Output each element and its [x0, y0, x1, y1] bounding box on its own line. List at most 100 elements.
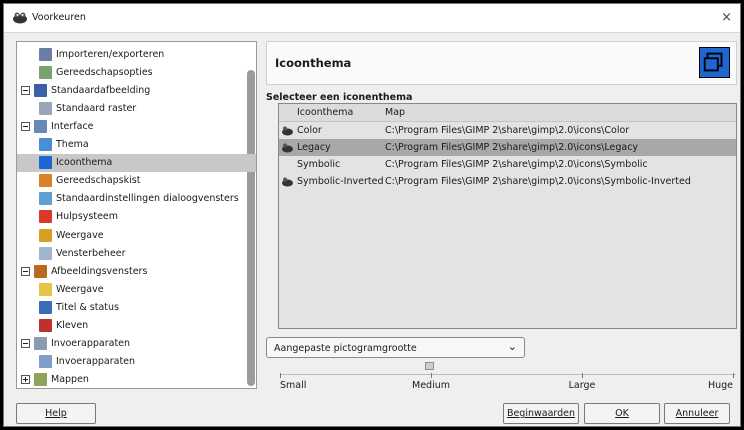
default-image-icon: [34, 83, 47, 97]
window-management-icon: [39, 246, 52, 260]
tree-item[interactable]: Kleven: [17, 317, 256, 335]
column-header-path[interactable]: Map: [385, 107, 405, 118]
tree-item-label: Invoerapparaten: [51, 338, 131, 350]
icon-theme-icon: [699, 47, 730, 78]
title-status-icon: [39, 300, 52, 314]
tree-item-label: Standaardafbeelding: [51, 84, 151, 96]
default-grid-icon: [39, 101, 52, 115]
tree-item[interactable]: Hulpsysteem: [17, 208, 256, 226]
tree-item[interactable]: Standaardafbeelding: [17, 81, 249, 99]
tree-item-label: Interface: [51, 120, 94, 132]
tree-item[interactable]: Standaardinstellingen dialoogvensters: [17, 190, 256, 208]
cancel-label: Annuleer: [675, 408, 719, 419]
column-header-name[interactable]: Icoonthema: [297, 107, 353, 118]
tree-item-label: Standaard raster: [56, 102, 137, 114]
preferences-tree: Importeren/exporteren Gereedschapsopties S…: [16, 41, 257, 389]
theme-name: Symbolic-Inverted: [297, 176, 384, 187]
tree-item-label: Gereedschapskist: [56, 175, 141, 187]
tree-item[interactable]: Vensterbeheer: [17, 244, 256, 262]
tree-item[interactable]: Titel & status: [17, 298, 256, 316]
help-label: Help: [45, 408, 67, 419]
tree-item-label: Vensterbeheer: [56, 247, 126, 259]
tree-item[interactable]: Mappen: [17, 371, 249, 388]
gimp-wilber-icon: [13, 12, 27, 24]
section-label: Selecteer een iconenthema: [266, 92, 413, 103]
theme-path: C:\Program Files\GIMP 2\share\gimp\2.0\i…: [385, 142, 639, 153]
appearance-icon: [39, 282, 52, 296]
tree-item[interactable]: Gereedschapsopties: [17, 63, 256, 81]
reset-button[interactable]: Beginwaarden: [503, 403, 579, 424]
tree-item-label: Icoonthema: [56, 157, 113, 169]
theme-name: Color: [297, 125, 322, 136]
tree-item[interactable]: Thema: [17, 136, 256, 154]
theme-name: Legacy: [297, 142, 331, 153]
collapse-icon[interactable]: [21, 266, 30, 276]
slider-tick: [582, 373, 583, 378]
tree-item[interactable]: Afbeeldingsvensters: [17, 262, 249, 280]
interface-icon: [34, 119, 47, 133]
tree-item-label: Gereedschapsopties: [56, 66, 153, 78]
tree-item[interactable]: Weergave: [17, 226, 256, 244]
toolbox-icon: [39, 174, 52, 188]
tree-item[interactable]: Weergave: [17, 280, 256, 298]
theme-list[interactable]: Icoonthema Map Color C:\Program Files\GIM…: [278, 103, 737, 329]
tree-item-label: Hulpsysteem: [56, 211, 119, 223]
import-export-icon: [39, 47, 52, 61]
tree-item-label: Importeren/exporteren: [56, 48, 165, 60]
slider-tick-label: Medium: [412, 380, 450, 391]
wilber-symbolic-inverted-icon: [282, 177, 293, 187]
page-title: Icoonthema: [275, 56, 352, 70]
wilber-color-icon: [282, 126, 293, 136]
image-windows-icon: [34, 264, 47, 278]
tree-item[interactable]: Invoerapparaten: [17, 335, 249, 353]
expand-icon[interactable]: [21, 375, 30, 385]
theme-path: C:\Program Files\GIMP 2\share\gimp\2.0\i…: [385, 176, 691, 187]
chevron-down-icon: ⌄: [507, 340, 517, 353]
cancel-button[interactable]: Annuleer: [664, 403, 730, 424]
wilber-legacy-icon: [282, 143, 293, 153]
collapse-icon[interactable]: [21, 85, 30, 95]
tree-item-label: Afbeeldingsvensters: [51, 265, 148, 277]
theme-icon: [39, 138, 52, 151]
tree-item[interactable]: Standaard raster: [17, 99, 256, 117]
theme-row[interactable]: Color C:\Program Files\GIMP 2\share\gimp\…: [279, 122, 736, 139]
icon-size-slider-handle[interactable]: [425, 362, 435, 370]
preferences-window: Voorkeuren × Importeren/exporteren Gereed…: [3, 3, 741, 427]
help-button[interactable]: Help: [16, 403, 96, 424]
theme-row[interactable]: Symbolic C:\Program Files\GIMP 2\share\gi…: [279, 156, 736, 173]
help-system-icon: [39, 210, 52, 224]
ok-label: OK: [615, 408, 629, 419]
display-icon: [39, 228, 52, 242]
window-title: Voorkeuren: [32, 12, 86, 23]
input-devices-icon: [34, 337, 47, 351]
tree-item[interactable]: Invoerapparaten: [17, 353, 256, 371]
close-icon[interactable]: ×: [721, 10, 732, 25]
tree-item-label: Weergave: [56, 229, 104, 241]
theme-name: Symbolic: [297, 159, 341, 170]
input-controllers-icon: [39, 355, 52, 369]
ok-button[interactable]: OK: [584, 403, 660, 424]
list-header: Icoonthema Map: [279, 104, 736, 122]
tree-item[interactable]: Importeren/exporteren: [17, 45, 256, 63]
theme-path: C:\Program Files\GIMP 2\share\gimp\2.0\i…: [385, 159, 648, 170]
collapse-icon[interactable]: [21, 339, 30, 349]
slider-tick-label: Large: [568, 380, 596, 391]
theme-path: C:\Program Files\GIMP 2\share\gimp\2.0\i…: [385, 125, 630, 136]
panel-header: Icoonthema: [266, 41, 737, 85]
slider-tick: [431, 373, 432, 378]
icon-size-dropdown[interactable]: Aangepaste pictogramgrootte ⌄: [266, 337, 525, 358]
folders-icon: [34, 373, 47, 387]
icon-size-slider-track[interactable]: [280, 374, 736, 375]
collapse-icon[interactable]: [21, 121, 30, 131]
theme-row[interactable]: Legacy C:\Program Files\GIMP 2\share\gimp…: [279, 139, 736, 156]
tree-item-label: Thema: [56, 139, 89, 150]
dialog-defaults-icon: [39, 192, 52, 206]
tree-item[interactable]: Interface: [17, 117, 249, 135]
theme-row[interactable]: Symbolic-Inverted C:\Program Files\GIMP 2…: [279, 173, 736, 190]
tree-item[interactable]: Icoonthema: [17, 153, 256, 172]
tree-item-label: Kleven: [56, 320, 89, 331]
tree-item[interactable]: Gereedschapskist: [17, 172, 256, 190]
tree-item-label: Invoerapparaten: [56, 356, 136, 368]
snapping-icon: [39, 319, 52, 332]
slider-tick-label: Small: [280, 380, 307, 391]
